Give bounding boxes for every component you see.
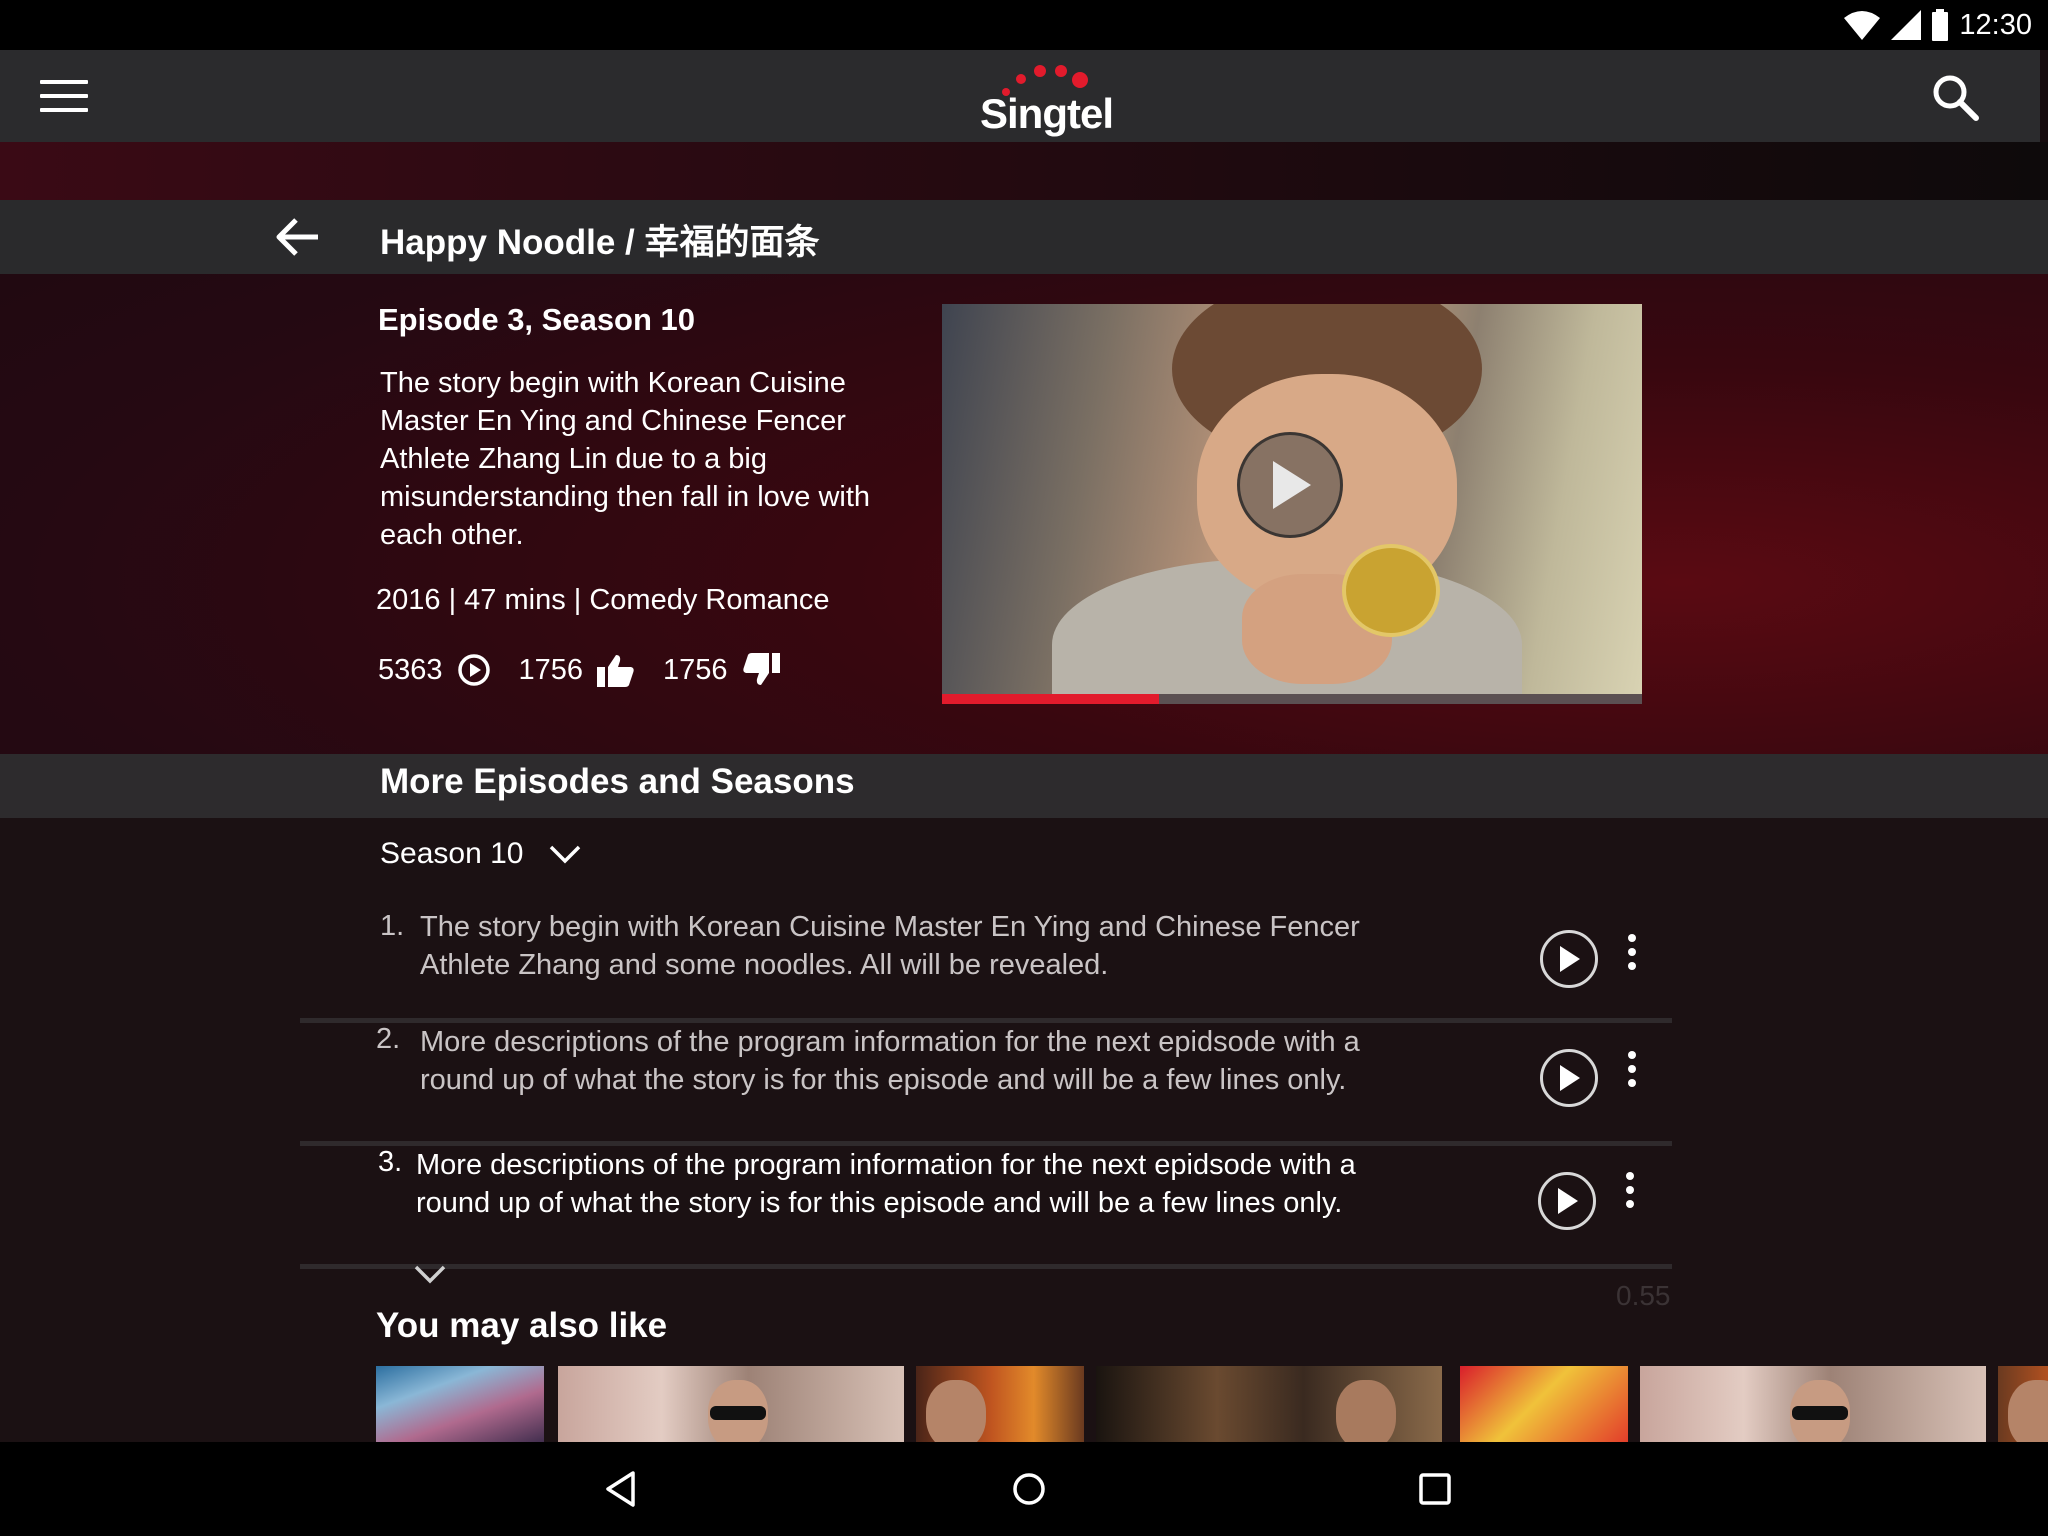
hamburger-menu-icon[interactable] bbox=[40, 80, 88, 114]
show-title: Happy Noodle / 幸福的面条 bbox=[380, 223, 820, 262]
recommendations-strip bbox=[0, 1366, 2048, 1442]
more-options-icon[interactable] bbox=[1622, 1172, 1638, 1212]
episode-stats: 5363 1756 1756 bbox=[378, 650, 808, 690]
episode-description: The story begin with Korean Cuisine Mast… bbox=[380, 367, 871, 551]
play-circle-icon[interactable] bbox=[1540, 1049, 1598, 1107]
play-circle-icon[interactable] bbox=[1538, 1172, 1596, 1230]
clock: 12:30 bbox=[1959, 8, 2032, 41]
logo-text: Singtel bbox=[980, 90, 1114, 137]
video-player[interactable] bbox=[942, 304, 1642, 704]
wifi-icon bbox=[1844, 11, 1881, 40]
recommendation-thumbnail[interactable] bbox=[1460, 1366, 1628, 1442]
episode-text: More descriptions of the program informa… bbox=[420, 1026, 1360, 1096]
season-dropdown[interactable]: Season 10 bbox=[380, 832, 581, 876]
playback-progress-fill bbox=[942, 694, 1159, 704]
thumbs-down-icon[interactable] bbox=[742, 653, 780, 687]
episode-row[interactable]: 3. More descriptions of the program info… bbox=[300, 1146, 1672, 1269]
more-options-icon[interactable] bbox=[1624, 1051, 1640, 1091]
recommendation-thumbnail[interactable] bbox=[1096, 1366, 1442, 1442]
recommendation-thumbnail[interactable] bbox=[376, 1366, 544, 1442]
recommendations-title: You may also like bbox=[376, 1306, 668, 1345]
episode-row[interactable]: 2. More descriptions of the program info… bbox=[300, 1023, 1672, 1146]
play-circle-icon[interactable] bbox=[1540, 930, 1598, 988]
episode-number: 3. bbox=[378, 1146, 403, 1178]
thumbs-up-icon[interactable] bbox=[597, 653, 635, 687]
singtel-logo[interactable]: Singtel bbox=[980, 62, 1130, 142]
episode-number: 1. bbox=[380, 910, 405, 942]
battery-icon bbox=[1932, 9, 1949, 41]
home-circle-icon[interactable] bbox=[1004, 1464, 1054, 1514]
play-button-icon[interactable] bbox=[1237, 432, 1343, 538]
chevron-down-icon bbox=[550, 845, 581, 864]
show-more-chevron-icon[interactable] bbox=[410, 1262, 450, 1288]
dislike-count: 1756 bbox=[663, 653, 728, 686]
episode-number: 2. bbox=[376, 1023, 401, 1055]
view-count: 5363 bbox=[378, 653, 443, 686]
hero-top-band bbox=[0, 142, 2048, 200]
search-icon[interactable] bbox=[1930, 72, 1980, 122]
more-options-icon[interactable] bbox=[1624, 934, 1640, 974]
episode-hero: Happy Noodle / 幸福的面条 Episode 3, Season 1… bbox=[0, 142, 2048, 754]
back-arrow-icon[interactable] bbox=[274, 216, 320, 258]
lower-content: Season 10 1. The story begin with Korean… bbox=[0, 818, 2048, 1442]
play-circle-icon bbox=[457, 653, 491, 687]
recommendation-thumbnail[interactable] bbox=[558, 1366, 904, 1442]
episode-row[interactable]: 1. The story begin with Korean Cuisine M… bbox=[300, 900, 1672, 1023]
episode-text: More descriptions of the program informa… bbox=[416, 1149, 1356, 1219]
recommendation-thumbnail[interactable] bbox=[1998, 1366, 2048, 1442]
recommendation-thumbnail[interactable] bbox=[1640, 1366, 1986, 1442]
episode-title: Episode 3, Season 10 bbox=[378, 302, 696, 337]
cell-signal-icon bbox=[1891, 10, 1922, 40]
recent-apps-square-icon[interactable] bbox=[1410, 1464, 1460, 1514]
show-title-bar: Happy Noodle / 幸福的面条 bbox=[0, 200, 2048, 274]
recommendation-thumbnail[interactable] bbox=[916, 1366, 1084, 1442]
back-triangle-icon[interactable] bbox=[596, 1464, 646, 1514]
episodes-section-title: More Episodes and Seasons bbox=[380, 762, 855, 801]
season-label: Season 10 bbox=[380, 837, 524, 870]
episodes-section-header: More Episodes and Seasons bbox=[0, 754, 2048, 818]
episode-text: The story begin with Korean Cuisine Mast… bbox=[420, 911, 1360, 981]
overlay-timer: 0.55 bbox=[1616, 1280, 1671, 1311]
status-bar: 12:30 bbox=[0, 0, 2048, 50]
system-navigation-bar bbox=[0, 1442, 2048, 1536]
episode-meta: 2016 | 47 mins | Comedy Romance bbox=[376, 584, 830, 616]
like-count: 1756 bbox=[518, 653, 584, 686]
